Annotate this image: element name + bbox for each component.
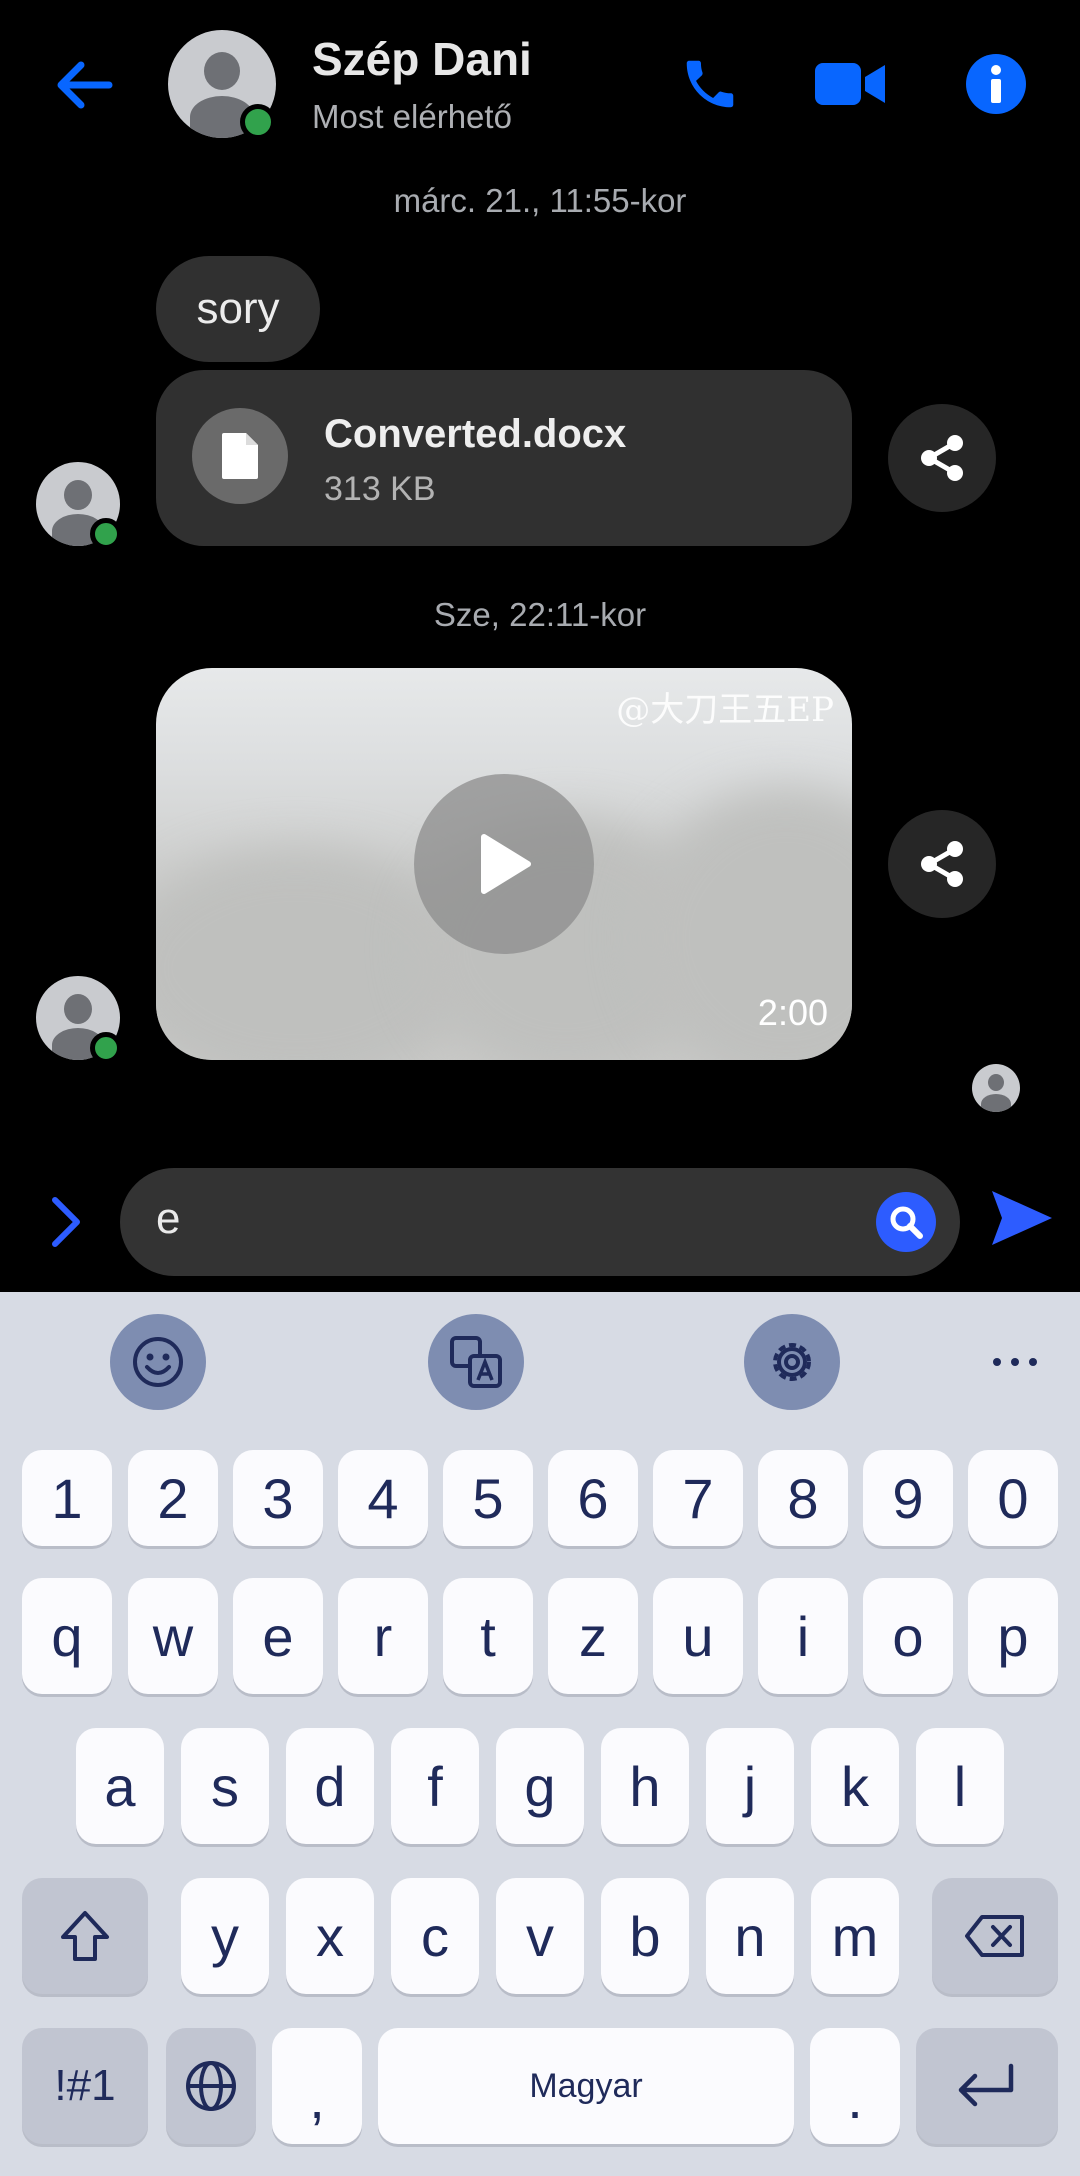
key-1[interactable]: 1: [22, 1450, 112, 1546]
message-input-value: e: [156, 1194, 181, 1243]
gear-icon: [773, 1343, 811, 1381]
call-button[interactable]: [670, 44, 750, 124]
file-name: Converted.docx: [324, 412, 627, 456]
period-key[interactable]: .: [810, 2028, 900, 2144]
key-c[interactable]: c: [391, 1878, 479, 1994]
search-button[interactable]: [876, 1192, 936, 1252]
online-indicator: [90, 1032, 122, 1064]
globe-icon: [186, 2061, 236, 2111]
key-u[interactable]: u: [653, 1578, 743, 1694]
key-g[interactable]: g: [496, 1728, 584, 1844]
key-n[interactable]: n: [706, 1878, 794, 1994]
enter-key[interactable]: [916, 2028, 1058, 2144]
keyboard-settings-button[interactable]: [744, 1314, 840, 1410]
key-b[interactable]: b: [601, 1878, 689, 1994]
emoji-button[interactable]: [110, 1314, 206, 1410]
send-button[interactable]: [986, 1182, 1058, 1254]
more-options-button[interactable]: [972, 1314, 1058, 1410]
video-call-icon: [815, 63, 885, 105]
key-l[interactable]: l: [916, 1728, 1004, 1844]
key-p[interactable]: p: [968, 1578, 1058, 1694]
key-e[interactable]: e: [233, 1578, 323, 1694]
share-icon: [921, 841, 963, 887]
file-icon-circle: [192, 408, 288, 504]
key-6[interactable]: 6: [548, 1450, 638, 1546]
online-indicator: [90, 518, 122, 550]
key-y[interactable]: y: [181, 1878, 269, 1994]
backspace-key[interactable]: [932, 1878, 1058, 1994]
video-call-button[interactable]: [810, 44, 890, 124]
file-size: 313 KB: [324, 470, 436, 508]
key-h[interactable]: h: [601, 1728, 689, 1844]
message-bubble[interactable]: sory: [156, 256, 320, 362]
translate-button[interactable]: [428, 1314, 524, 1410]
video-message[interactable]: @大刀王五EP 2:00: [156, 668, 852, 1060]
phone-icon: [686, 60, 734, 108]
key-k[interactable]: k: [811, 1728, 899, 1844]
send-icon: [992, 1191, 1052, 1245]
play-button[interactable]: [414, 774, 594, 954]
expand-actions-button[interactable]: [30, 1184, 100, 1260]
key-i[interactable]: i: [758, 1578, 848, 1694]
share-button[interactable]: [888, 810, 996, 918]
document-icon: [222, 433, 258, 479]
key-4[interactable]: 4: [338, 1450, 428, 1546]
video-watermark: @大刀王五EP: [616, 690, 834, 730]
online-indicator: [240, 104, 276, 140]
back-button[interactable]: [40, 50, 126, 120]
key-5[interactable]: 5: [443, 1450, 533, 1546]
enter-icon: [958, 2063, 1014, 2107]
key-2[interactable]: 2: [128, 1450, 218, 1546]
key-v[interactable]: v: [496, 1878, 584, 1994]
info-button[interactable]: [956, 44, 1036, 124]
key-0[interactable]: 0: [968, 1450, 1058, 1546]
symbols-key[interactable]: !#1: [22, 2028, 148, 2144]
key-q[interactable]: q: [22, 1578, 112, 1694]
key-m[interactable]: m: [811, 1878, 899, 1994]
shift-key[interactable]: [22, 1878, 148, 1994]
key-8[interactable]: 8: [758, 1450, 848, 1546]
key-d[interactable]: d: [286, 1728, 374, 1844]
key-s[interactable]: s: [181, 1728, 269, 1844]
key-w[interactable]: w: [128, 1578, 218, 1694]
share-icon: [921, 435, 963, 481]
seen-receipt-avatar: [972, 1064, 1020, 1112]
key-x[interactable]: x: [286, 1878, 374, 1994]
language-key[interactable]: [166, 2028, 256, 2144]
info-icon: [966, 54, 1026, 114]
message-text: sory: [196, 284, 280, 333]
key-f[interactable]: f: [391, 1728, 479, 1844]
emoji-icon: [133, 1337, 183, 1387]
message-input[interactable]: e: [120, 1168, 960, 1276]
search-icon: [890, 1206, 923, 1239]
back-arrow-icon: [57, 61, 113, 109]
chevron-right-icon: [52, 1197, 80, 1247]
comma-key[interactable]: ,: [272, 2028, 362, 2144]
translate-icon: [450, 1336, 502, 1388]
timestamp: Sze, 22:11-kor: [433, 596, 647, 633]
key-9[interactable]: 9: [863, 1450, 953, 1546]
key-o[interactable]: o: [863, 1578, 953, 1694]
timestamp: márc. 21., 11:55-kor: [393, 182, 687, 219]
shift-icon: [61, 1911, 109, 1961]
keyboard: 1 2 3 4 5 6 7 8 9 0 q w e r t z u i o p …: [0, 1292, 1080, 2176]
contact-name[interactable]: Szép Dani: [312, 32, 532, 86]
key-a[interactable]: a: [76, 1728, 164, 1844]
video-duration: 2:00: [757, 992, 828, 1033]
key-z[interactable]: z: [548, 1578, 638, 1694]
key-7[interactable]: 7: [653, 1450, 743, 1546]
file-attachment[interactable]: Converted.docx 313 KB: [156, 370, 852, 546]
key-3[interactable]: 3: [233, 1450, 323, 1546]
key-t[interactable]: t: [443, 1578, 533, 1694]
play-icon: [481, 834, 531, 894]
backspace-icon: [965, 1915, 1024, 1957]
more-icon: [993, 1358, 1037, 1366]
key-r[interactable]: r: [338, 1578, 428, 1694]
space-key[interactable]: Magyar: [378, 2028, 794, 2144]
contact-status: Most elérhető: [312, 98, 512, 135]
share-button[interactable]: [888, 404, 996, 512]
key-j[interactable]: j: [706, 1728, 794, 1844]
